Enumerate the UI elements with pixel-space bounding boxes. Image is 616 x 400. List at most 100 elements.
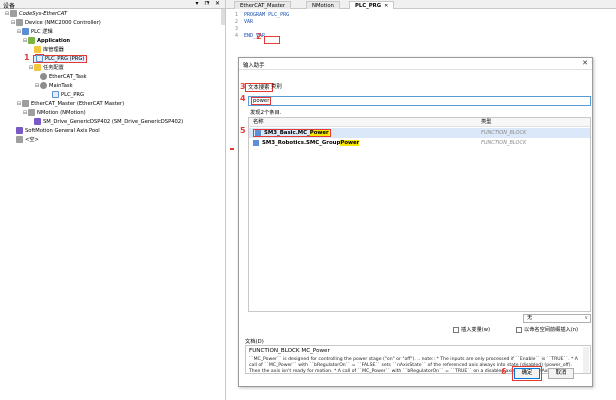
- line-number: 2: [234, 19, 238, 25]
- tab-plc-prg[interactable]: PLC_PRG ✕: [349, 1, 395, 9]
- doc-scrollbar[interactable]: [583, 347, 589, 373]
- result-highlight-box: SM3_Basic.MC_Power: [253, 129, 331, 137]
- device-panel-title: 设备: [3, 3, 16, 10]
- chevron-down-icon: ∨: [584, 315, 588, 321]
- tab-categories[interactable]: 类别: [271, 83, 282, 92]
- checkbox-box[interactable]: [516, 326, 522, 333]
- program-icon: [36, 55, 43, 62]
- documentation-label: 文档(D): [245, 339, 264, 345]
- result-row[interactable]: SM3_Basic.MC_Power FUNCTION_BLOCK: [249, 128, 590, 138]
- task-icon: [40, 73, 47, 80]
- close-tab-icon[interactable]: ✕: [384, 3, 388, 9]
- step-1-marker: 1: [24, 53, 30, 62]
- panel-window-controls[interactable]: ▾ ⊓ ✕: [195, 0, 222, 7]
- search-input[interactable]: power: [248, 96, 591, 106]
- tree-item-nmotion[interactable]: ⊟ NMotion (NMotion): [22, 109, 86, 118]
- tree-item-label: PLC 逻辑: [31, 29, 53, 35]
- doc-title: FUNCTION_BLOCK MC_Power: [249, 348, 330, 354]
- tree-item-label: EtherCAT_Master (EtherCAT Master): [31, 101, 125, 107]
- line-number: 3: [234, 26, 238, 32]
- tab-nmotion[interactable]: NMotion: [306, 1, 340, 9]
- column-header-type[interactable]: 类型: [481, 118, 492, 127]
- drive-axis-icon: [34, 118, 41, 125]
- plc-prg-highlight[interactable]: PLC_PRG (PRG): [32, 55, 88, 63]
- step-4-marker: 4: [240, 94, 246, 103]
- tree-item-label: NMotion (NMotion): [37, 110, 86, 116]
- step-2-marker: 2: [256, 32, 262, 41]
- tree-item-sm-drive[interactable]: SM_Drive_GenericDSP402 (SM_Drive_Generic…: [34, 118, 183, 127]
- tree-item-device[interactable]: ⊟ Device (NMC2000 Controller): [10, 19, 101, 28]
- tree-item-project[interactable]: ⊟ CodeSys-EtherCAT: [4, 10, 67, 19]
- tree-item-label: 任务配置: [43, 65, 64, 71]
- library-icon: [34, 46, 41, 53]
- column-header-name[interactable]: 名称: [253, 118, 264, 127]
- options-row: 无 ∨ 插入变量(w) 以命名空间前缀插入(n): [248, 314, 591, 333]
- cancel-button[interactable]: 取消: [548, 368, 574, 379]
- insert-arguments-checkbox[interactable]: 插入变量(w): [453, 326, 490, 334]
- function-block-icon: [255, 129, 261, 136]
- tree-item-application[interactable]: ⊟ Application: [22, 37, 70, 46]
- tree-item-ethercat-master[interactable]: ⊟ EtherCAT_Master (EtherCAT Master): [16, 100, 124, 109]
- line-number: 4: [234, 33, 238, 39]
- result-name: SM3_Basic.MC_Power: [253, 128, 331, 138]
- code-line: 1 PROGRAM PLC_PRG: [226, 12, 289, 19]
- tree-item-maintask-plc-prg[interactable]: PLC_PRG: [52, 91, 84, 100]
- tree-item-label: <空>: [25, 137, 39, 143]
- tree-item-label: SoftMotion General Axis Pool: [25, 128, 100, 134]
- close-icon[interactable]: ✕: [582, 59, 588, 67]
- tree-item-library-manager[interactable]: 库管理器: [34, 46, 64, 55]
- program-call-icon: [52, 91, 59, 98]
- ok-button[interactable]: 确定: [512, 366, 542, 381]
- tree-item-label: MainTask: [49, 83, 73, 89]
- tree-item-label: CodeSys-EtherCAT: [19, 11, 68, 17]
- tree-item-plc-logic[interactable]: ⊟ PLC 逻辑: [16, 28, 53, 37]
- result-type: FUNCTION_BLOCK: [481, 140, 527, 146]
- filter-dropdown[interactable]: 无 ∨: [523, 314, 591, 323]
- device-icon: [16, 19, 23, 26]
- input-assistant-dialog: 输入助手 ✕ 3 文本搜索 类别 4 power 发现2个条目. 名称 类型 S…: [238, 57, 593, 387]
- function-block-icon: [253, 139, 259, 146]
- tree-item-task-config[interactable]: ⊟ 任务配置: [28, 64, 64, 73]
- tree-item-axis-pool[interactable]: SoftMotion General Axis Pool: [16, 127, 100, 136]
- dropdown-value: 无: [527, 315, 533, 321]
- expander-icon[interactable]: ⊟: [34, 82, 40, 91]
- tree-item-empty[interactable]: <空>: [16, 136, 39, 145]
- checkbox-label: 以命名空间前缀插入(n): [524, 327, 579, 333]
- results-header: 名称 类型: [249, 118, 590, 127]
- step-5-marker: 5: [240, 126, 246, 135]
- device-panel-header: 设备 ▾ ▾ ⊓ ✕: [0, 0, 225, 10]
- tab-label: EtherCAT_Master: [240, 3, 286, 9]
- axis-pool-icon: [16, 127, 23, 134]
- found-count-text: 发现2个条目.: [250, 110, 282, 116]
- code-editor[interactable]: 1 PROGRAM PLC_PRG 2 VAR 3 4 END_VAR 2: [226, 10, 616, 50]
- tree-item-label: PLC_PRG (PRG): [45, 56, 85, 62]
- dialog-title-bar: 输入助手 ✕: [239, 58, 592, 70]
- device-tree-panel: 设备 ▾ ▾ ⊓ ✕ ⊟ CodeSys-EtherCAT ⊟ Device (NM…: [0, 0, 226, 400]
- tree-item-plc-prg[interactable]: PLC_PRG (PRG): [32, 55, 88, 64]
- result-row[interactable]: SM3_Robotics.SMC_GroupPower FUNCTION_BLO…: [249, 138, 590, 148]
- project-icon: [10, 10, 17, 17]
- code-text: PROGRAM PLC_PRG: [244, 12, 290, 18]
- result-type: FUNCTION_BLOCK: [481, 130, 527, 136]
- tree-item-label: 库管理器: [43, 47, 64, 53]
- splitter-handle[interactable]: [230, 148, 234, 150]
- ethercat-master-icon: [22, 100, 29, 107]
- tree-item-label: SM_Drive_GenericDSP402 (SM_Drive_Generic…: [43, 119, 184, 125]
- tab-text-search[interactable]: 文本搜索: [245, 83, 273, 92]
- checkbox-label: 插入变量(w): [461, 327, 491, 333]
- insert-namespace-checkbox[interactable]: 以命名空间前缀插入(n): [516, 326, 578, 334]
- plc-logic-icon: [22, 28, 29, 35]
- step-6-marker: 6: [501, 367, 507, 376]
- result-name-match: Power: [340, 140, 360, 146]
- tab-ethercat-master[interactable]: EtherCAT_Master: [234, 1, 292, 9]
- empty-slot-icon: [16, 136, 23, 143]
- tree-item-maintask[interactable]: ⊟ MainTask: [34, 82, 73, 91]
- cursor-insert-highlight[interactable]: [264, 36, 280, 44]
- code-text: END_VAR: [244, 33, 266, 39]
- line-number: 1: [234, 12, 238, 18]
- tree-item-ethercat-task[interactable]: EtherCAT_Task: [40, 73, 87, 82]
- results-list[interactable]: 名称 类型 SM3_Basic.MC_Power FUNCTION_BLOCK …: [248, 117, 591, 312]
- checkbox-box[interactable]: [453, 326, 459, 333]
- search-value: power: [251, 97, 272, 105]
- tree-scrollbar[interactable]: [221, 9, 225, 25]
